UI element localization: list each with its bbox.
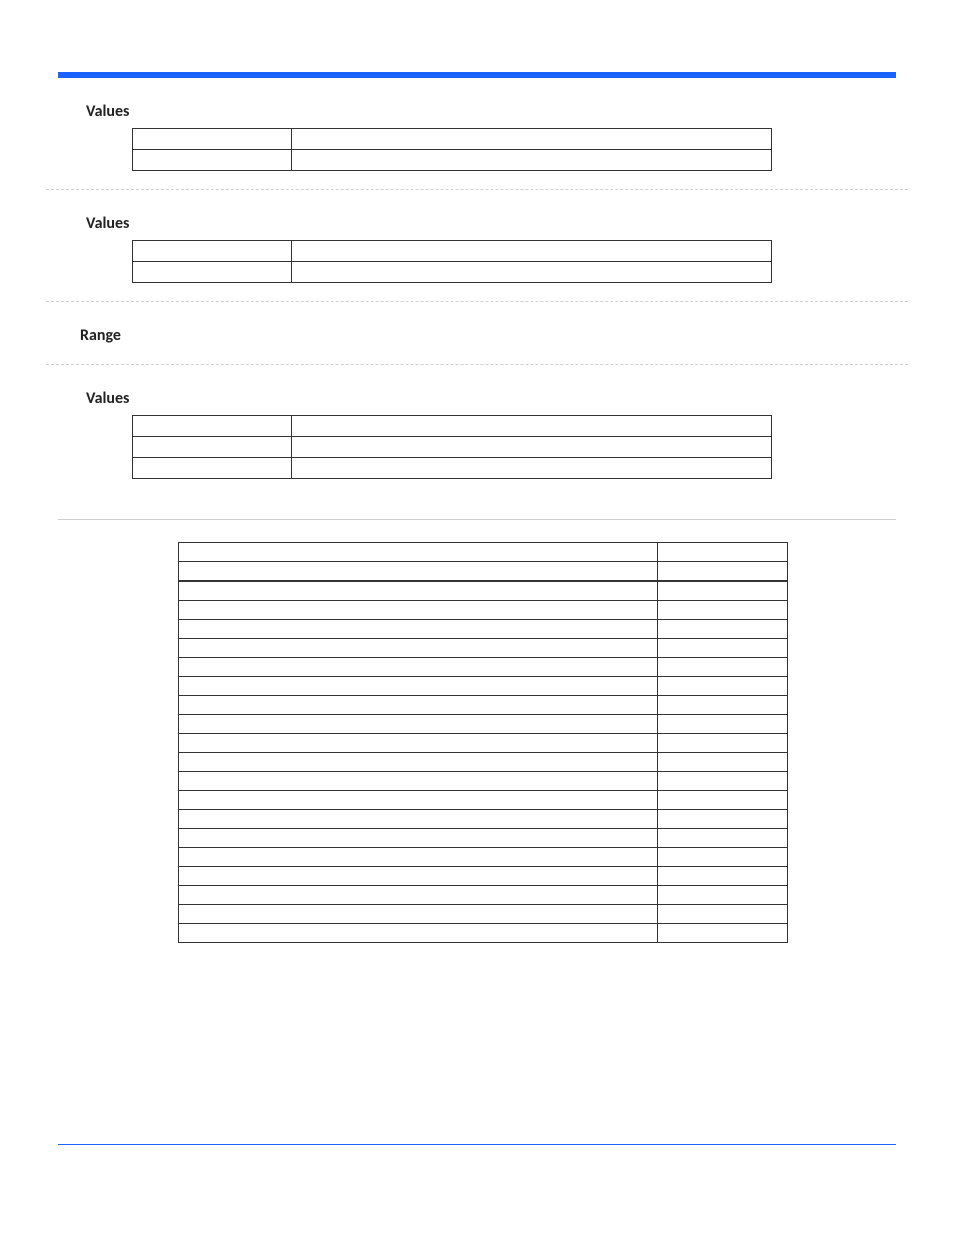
table-row (179, 905, 788, 924)
value-key (133, 416, 292, 437)
value-key (133, 150, 292, 171)
table-row (133, 241, 772, 262)
summary-name (179, 867, 658, 886)
table-row (179, 734, 788, 753)
summary-page (658, 696, 788, 715)
footer-rule (58, 1144, 896, 1145)
table-row (179, 696, 788, 715)
table-row (133, 262, 772, 283)
value-key (133, 458, 292, 479)
value-key (133, 241, 292, 262)
table-row (179, 886, 788, 905)
section-title-range: Range (80, 326, 896, 346)
table-row (179, 581, 788, 601)
table-row (179, 772, 788, 791)
table-row (179, 924, 788, 943)
summary-page (658, 924, 788, 943)
table-row (179, 677, 788, 696)
summary-page (658, 753, 788, 772)
summary-name (179, 848, 658, 867)
summary-page (658, 905, 788, 924)
summary-page (658, 639, 788, 658)
summary-name (179, 810, 658, 829)
value-text (291, 129, 771, 150)
summary-page (658, 791, 788, 810)
header-rule (58, 72, 896, 78)
summary-page (658, 562, 788, 582)
table-row (179, 658, 788, 677)
summary-name (179, 905, 658, 924)
summary-name (179, 639, 658, 658)
table-row (179, 601, 788, 620)
table-row (179, 791, 788, 810)
table-row (179, 562, 788, 582)
table-row (179, 620, 788, 639)
value-text (291, 241, 771, 262)
summary-page (658, 601, 788, 620)
summary-name (179, 658, 658, 677)
summary-page (658, 658, 788, 677)
table-row (179, 639, 788, 658)
summary-page (658, 810, 788, 829)
summary-page (658, 734, 788, 753)
summary-name (179, 543, 658, 562)
value-text (291, 150, 771, 171)
summary-name (179, 886, 658, 905)
table-row (133, 129, 772, 150)
section-divider (46, 364, 908, 365)
summary-page (658, 543, 788, 562)
summary-name (179, 562, 658, 582)
summary-table (178, 542, 788, 943)
section-title-values-2: Values (86, 214, 896, 234)
summary-name (179, 772, 658, 791)
summary-name (179, 601, 658, 620)
value-key (133, 437, 292, 458)
table-row (179, 715, 788, 734)
summary-name (179, 753, 658, 772)
section-divider (46, 301, 908, 302)
table-row (133, 150, 772, 171)
summary-name (179, 829, 658, 848)
table-row (179, 543, 788, 562)
table-row (133, 416, 772, 437)
summary-name (179, 734, 658, 753)
value-key (133, 129, 292, 150)
table-row (133, 437, 772, 458)
summary-name (179, 924, 658, 943)
summary-name (179, 581, 658, 601)
summary-name (179, 715, 658, 734)
summary-page (658, 772, 788, 791)
table-row (179, 829, 788, 848)
summary-name (179, 791, 658, 810)
table-row (133, 458, 772, 479)
value-text (291, 416, 771, 437)
values-table-2 (132, 240, 772, 283)
summary-page (658, 677, 788, 696)
table-row (179, 867, 788, 886)
value-text (291, 262, 771, 283)
summary-page (658, 715, 788, 734)
summary-name (179, 677, 658, 696)
summary-page (658, 620, 788, 639)
section-title-values-3: Values (86, 389, 896, 409)
value-key (133, 262, 292, 283)
summary-page (658, 829, 788, 848)
summary-name (179, 620, 658, 639)
summary-page (658, 581, 788, 601)
table-row (179, 848, 788, 867)
summary-page (658, 848, 788, 867)
summary-page (658, 867, 788, 886)
values-table-3 (132, 415, 772, 479)
summary-name (179, 696, 658, 715)
section-divider (46, 189, 908, 190)
summary-page (658, 886, 788, 905)
value-text (291, 437, 771, 458)
value-text (291, 458, 771, 479)
values-table-1 (132, 128, 772, 171)
page: Values Values Range Values (0, 0, 954, 1235)
table-row (179, 810, 788, 829)
section-title-values-1: Values (86, 102, 896, 122)
summary-divider (58, 519, 896, 520)
table-row (179, 753, 788, 772)
